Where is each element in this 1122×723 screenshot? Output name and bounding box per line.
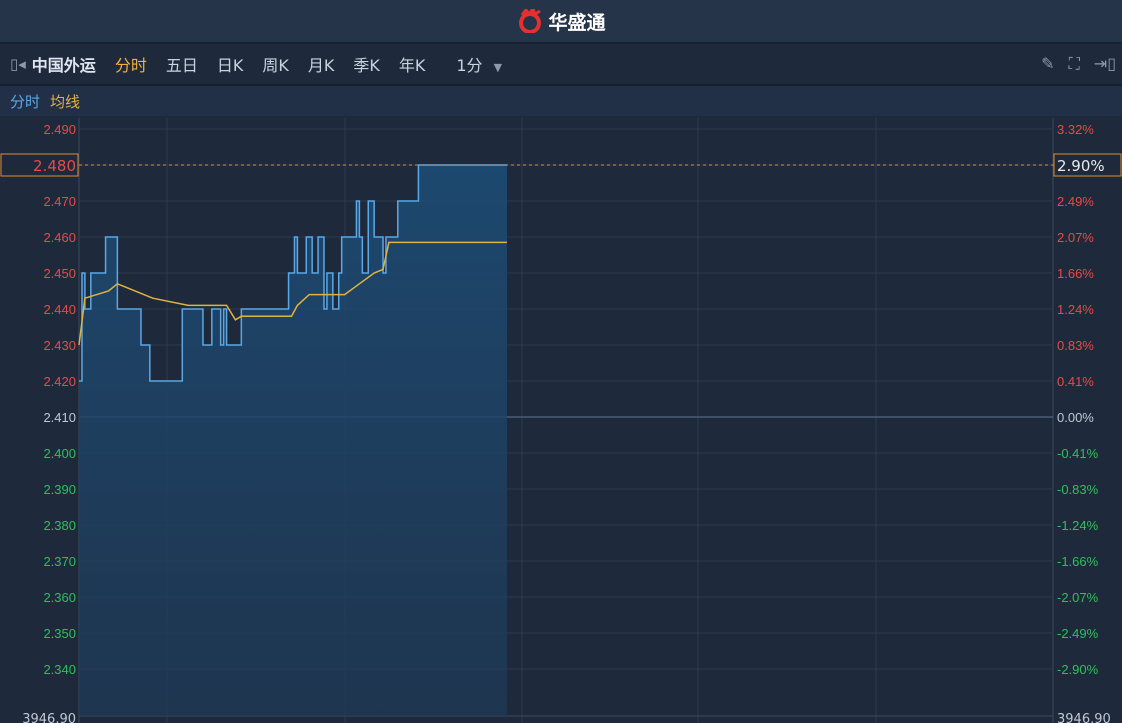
brand-logo: 华盛通 [516,8,606,35]
pencil-icon[interactable]: ✎ [1041,54,1054,74]
current-price-label: 2.480 [33,157,76,175]
pct-tick-label: -2.90% [1057,662,1099,677]
collapse-sidebar-icon[interactable]: ▯◂ [10,55,26,73]
intraday-chart[interactable]: 2.490 3.32% 2.480 2.90% 2.470 2.49% 2.460 2.07%… [0,118,1122,723]
pct-tick-label: 0.00% [1057,410,1094,425]
pct-tick-label: 2.49% [1057,194,1094,209]
tab-quarterly-k[interactable]: 季K [353,52,380,76]
pct-tick-label: 1.24% [1057,302,1094,317]
y-tick-label: 2.420 [43,374,76,389]
pct-tick-label: -0.41% [1057,446,1099,461]
y-tick-label: 2.350 [43,626,76,641]
fullscreen-icon[interactable]: ⛶ [1069,54,1080,74]
tab-five-day[interactable]: 五日 [166,52,198,76]
pct-tick-label: 1.66% [1057,266,1094,281]
interval-select[interactable]: 1分 ▼ [456,52,502,76]
y-tick-label: 2.460 [43,230,76,245]
y-tick-label: 2.370 [43,554,76,569]
tab-yearly-k[interactable]: 年K [399,52,426,76]
y-tick-label: 2.430 [43,338,76,353]
y-tick-label: 2.490 [43,122,76,137]
legend-price: 分时 [10,92,41,111]
pct-tick-label: -1.66% [1057,554,1099,569]
pct-tick-label: -2.07% [1057,590,1099,605]
tab-monthly-k[interactable]: 月K [308,52,335,76]
y-tick-label: 2.410 [43,410,76,425]
current-pct-label: 2.90% [1057,157,1105,175]
chevron-down-icon: ▼ [493,61,503,74]
y-tick-label: 2.380 [43,518,76,533]
tab-weekly-k[interactable]: 周K [262,52,289,76]
pct-tick-label: 0.83% [1057,338,1094,353]
y-tick-label: 2.360 [43,590,76,605]
pct-tick-label: 3.32% [1057,122,1094,137]
y-tick-label: 2.440 [43,302,76,317]
legend-bar: 分时 均线 [0,86,1122,116]
interval-value: 1分 [456,56,483,75]
y-tick-label: 2.390 [43,482,76,497]
pct-tick-label: 0.41% [1057,374,1094,389]
pct-tick-label: 2.07% [1057,230,1094,245]
tab-daily-k[interactable]: 日K [217,52,244,76]
exit-icon[interactable]: ⇥▯ [1094,54,1116,74]
legend-avg: 均线 [50,92,81,111]
brand-name: 华盛通 [548,11,606,34]
title-bar: 华盛通 [0,0,1122,44]
bottom-right-label: 3946.90 [1057,712,1111,723]
brand-logo-icon [519,9,542,33]
y-tick-label: 2.400 [43,446,76,461]
y-tick-label: 2.340 [43,662,76,677]
toolbar: ▯◂ 中国外运 分时 五日 日K 周K 月K 季K 年K 1分 ▼ ✎ ⛶ ⇥▯ [0,44,1122,86]
pct-tick-label: -1.24% [1057,518,1099,533]
stock-name: 中国外运 [31,56,96,75]
tab-intraday[interactable]: 分时 [115,52,147,76]
y-tick-label: 2.470 [43,194,76,209]
pct-tick-label: -0.83% [1057,482,1099,497]
y-tick-label: 2.450 [43,266,76,281]
bottom-left-label: 3946.90 [22,712,76,723]
pct-tick-label: -2.49% [1057,626,1099,641]
